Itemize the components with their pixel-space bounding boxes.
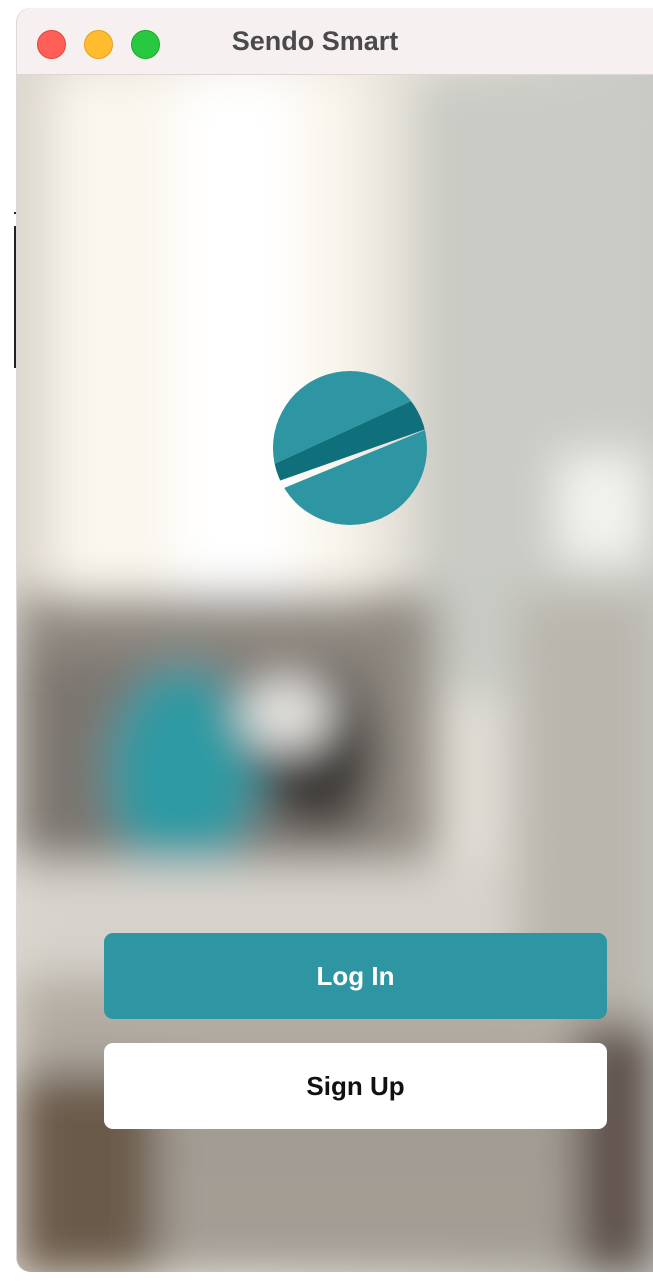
- sendo-logo-icon: [272, 370, 428, 526]
- app-window: Sendo Smart Log In Sign Up: [17, 8, 653, 1272]
- desktop-edge-bar: [14, 226, 16, 368]
- log-in-button[interactable]: Log In: [104, 933, 607, 1019]
- desktop-edge-top: [14, 212, 16, 214]
- sign-up-button[interactable]: Sign Up: [104, 1043, 607, 1129]
- title-bar[interactable]: Sendo Smart: [17, 8, 653, 75]
- window-title: Sendo Smart: [231, 26, 399, 56]
- welcome-screen: Log In Sign Up: [17, 74, 653, 1272]
